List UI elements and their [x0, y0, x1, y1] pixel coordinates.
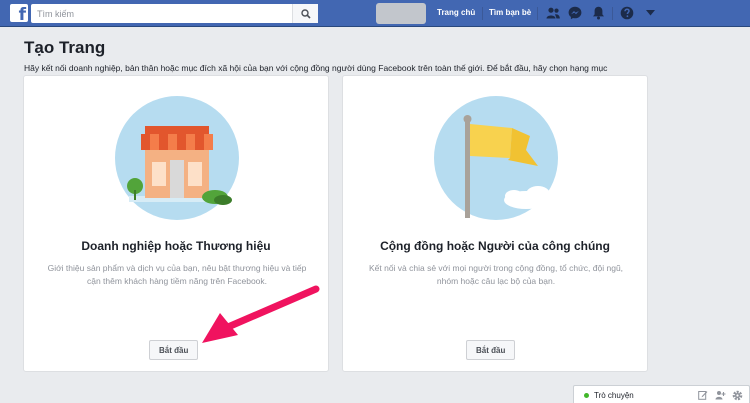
page-title: Tạo Trang [24, 38, 106, 57]
business-card-title: Doanh nghiệp hoặc Thương hiệu [81, 239, 271, 253]
community-public-figure-card: Cộng đồng hoặc Người của công chúng Kết … [342, 75, 648, 372]
help-question-icon[interactable] [619, 5, 635, 21]
business-get-started-button[interactable]: Bắt đầu [149, 340, 199, 360]
nav-divider [612, 7, 613, 20]
community-card-description: Kết nối và chia sẻ với mọi người trong c… [368, 263, 624, 286]
flag-icon [434, 96, 558, 220]
search-input[interactable] [31, 4, 281, 24]
storefront-icon [115, 96, 239, 220]
page-description: Hãy kết nối doanh nghiệp, bản thân hoặc … [24, 63, 608, 73]
compose-message-icon[interactable] [697, 389, 709, 401]
chat-settings-gear-icon[interactable] [731, 389, 743, 401]
notifications-bell-icon[interactable] [590, 5, 606, 21]
nav-home-link[interactable]: Trang chủ [437, 8, 475, 17]
annotation-arrow-icon [202, 285, 320, 343]
search-button[interactable] [292, 4, 318, 23]
top-navigation-bar: f Trang chủ Tìm bạn bè [0, 0, 750, 27]
facebook-logo-icon[interactable]: f [10, 4, 28, 24]
nav-find-friends-link[interactable]: Tìm bạn bè [489, 8, 531, 17]
nav-divider [482, 7, 483, 20]
chat-sidebar-bar[interactable]: Trò chuyện [573, 385, 750, 403]
friend-requests-icon[interactable] [545, 5, 561, 21]
account-menu-caret-icon[interactable] [642, 5, 658, 21]
search-icon [300, 8, 311, 19]
community-get-started-button[interactable]: Bắt đầu [466, 340, 516, 360]
community-card-title: Cộng đồng hoặc Người của công chúng [380, 239, 610, 253]
chat-label: Trò chuyện [594, 391, 634, 400]
search-box [31, 4, 318, 24]
profile-avatar[interactable] [376, 3, 426, 24]
messenger-icon[interactable] [567, 5, 583, 21]
online-status-dot [584, 393, 589, 398]
nav-divider [537, 7, 538, 20]
new-group-icon[interactable] [714, 389, 726, 401]
